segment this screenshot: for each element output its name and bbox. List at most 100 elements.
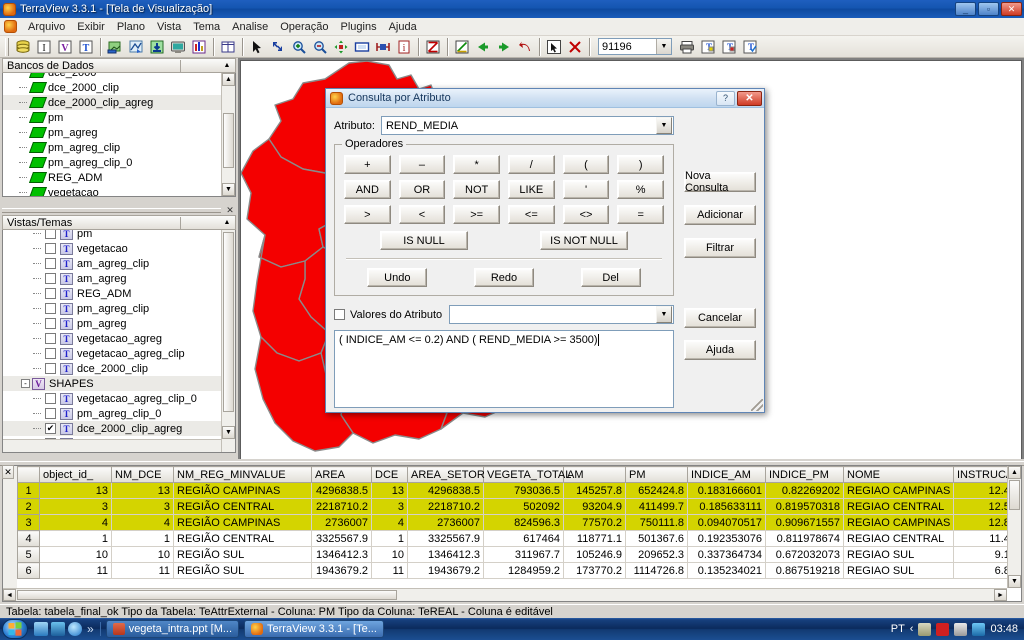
fit-window-icon[interactable] (352, 37, 372, 56)
cell-object-id[interactable]: 10 (39, 546, 112, 563)
views-horizontal-scrollbar[interactable] (3, 439, 221, 452)
attribute-combobox[interactable]: REND_MEDIA ▼ (380, 116, 674, 135)
scroll-down-button[interactable]: ▼ (222, 426, 235, 439)
pointer-icon[interactable] (247, 37, 267, 56)
menu-item-analise[interactable]: Analise (226, 20, 274, 34)
scrollbar-thumb[interactable] (1009, 480, 1020, 510)
menu-item-vista[interactable]: Vista (151, 20, 187, 34)
cell-nome[interactable]: REGIAO CENTRAL (843, 498, 954, 515)
undo-button[interactable]: Undo (367, 268, 428, 287)
cell-instrucao[interactable]: 12.84 (953, 514, 1007, 531)
operator-percent[interactable]: % (617, 180, 664, 199)
attribute-values-combobox[interactable]: ▼ (449, 305, 674, 324)
cell-instrucao[interactable]: 9.14 (953, 546, 1007, 563)
cell-am[interactable]: 173770.2 (563, 562, 626, 579)
scale-combobox[interactable]: 91196 ▼ (598, 38, 672, 55)
expression-textarea[interactable]: ( INDICE_AM <= 0.2) AND ( REND_MEDIA >= … (334, 330, 674, 408)
column-header-instrucao[interactable]: INSTRUCAO (953, 466, 1007, 483)
cell-area[interactable]: 2736007 (311, 514, 372, 531)
dialog-titlebar[interactable]: Consulta por Atributo ? ✕ (326, 89, 764, 108)
tree-item-pmagreg[interactable]: pm_agreg (3, 125, 221, 140)
language-indicator[interactable]: PT (891, 623, 905, 635)
text-red-icon[interactable]: T (719, 37, 739, 56)
table-row[interactable]: 1 13 13 REGIÃO CAMPINAS 4296838.5 13 429… (17, 482, 1007, 499)
theme-checkbox[interactable] (45, 230, 56, 239)
attribute-grid[interactable]: object_id_ NM_DCE NM_REG_MINVALUE AREA D… (2, 465, 1022, 602)
operator-like[interactable]: LIKE (508, 180, 555, 199)
operator-not[interactable]: NOT (453, 180, 500, 199)
cell-instrucao[interactable]: 12.52 (953, 498, 1007, 515)
cell-object-id[interactable]: 1 (39, 530, 112, 547)
table-sort-up-button[interactable]: ▲ (1008, 466, 1021, 479)
theme-checkbox[interactable] (45, 258, 56, 269)
clear-selection-icon[interactable] (565, 37, 585, 56)
cell-instrucao[interactable]: 6.82 (953, 562, 1007, 579)
theme-checkbox[interactable] (45, 408, 56, 419)
cell-area-setor[interactable]: 1346412.3 (407, 546, 484, 563)
cell-nm-dce[interactable]: 10 (111, 546, 174, 563)
cell-nm-dce[interactable]: 4 (111, 514, 174, 531)
tree-item-theme-regadm[interactable]: T REG_ADM (3, 286, 221, 301)
edit-legend-icon[interactable] (452, 37, 472, 56)
scrollbar-thumb-h[interactable] (17, 590, 397, 600)
toolbar-grip[interactable] (5, 37, 9, 56)
cell-nm-reg-minvalue[interactable]: REGIÃO CAMPINAS (173, 514, 312, 531)
filtrar-button[interactable]: Filtrar (684, 238, 756, 258)
theme-checkbox[interactable] (45, 288, 56, 299)
cell-area-setor[interactable]: 3325567.9 (407, 530, 484, 547)
operator-greater[interactable]: > (344, 205, 391, 224)
cell-pm[interactable]: 750111.8 (625, 514, 688, 531)
cell-nm-reg-minvalue[interactable]: REGIÃO CAMPINAS (173, 482, 312, 499)
tray-icon-network[interactable] (972, 622, 986, 636)
tree-item-theme-pmagreg[interactable]: T pm_agreg (3, 316, 221, 331)
save-layer-icon[interactable] (147, 37, 167, 56)
tray-expand-icon[interactable]: ‹ (910, 623, 914, 635)
cell-instrucao[interactable]: 11.45 (953, 530, 1007, 547)
operator-divide[interactable]: / (508, 155, 555, 174)
menu-item-arquivo[interactable]: Arquivo (22, 20, 71, 34)
table-row[interactable]: 3 4 4 REGIÃO CAMPINAS 2736007 4 2736007 … (17, 514, 1007, 531)
info-icon[interactable]: i (394, 37, 414, 56)
cell-area-setor[interactable]: 1943679.2 (407, 562, 484, 579)
cell-indice-am[interactable]: 0.135234021 (687, 562, 766, 579)
cell-nome[interactable]: REGIAO CAMPINAS (843, 482, 954, 499)
cell-vegeta-total[interactable]: 793036.5 (483, 482, 564, 499)
operator-and[interactable]: AND (344, 180, 391, 199)
collapse-icon[interactable]: - (19, 376, 32, 391)
column-header-indice-am[interactable]: INDICE_AM (687, 466, 766, 483)
scroll-down-button[interactable]: ▼ (222, 183, 235, 196)
maximize-button[interactable]: ▫ (978, 2, 999, 16)
tray-icon-antivirus[interactable] (936, 622, 950, 636)
undo-arrow-icon[interactable] (515, 37, 535, 56)
cell-area[interactable]: 4296838.5 (311, 482, 372, 499)
insert-text-icon[interactable]: I (34, 37, 54, 56)
zoom-out-icon[interactable] (310, 37, 330, 56)
cell-indice-pm[interactable]: 0.672032073 (765, 546, 844, 563)
column-header-area[interactable]: AREA (311, 466, 372, 483)
menu-item-operacao[interactable]: Operação (274, 20, 334, 34)
taskbar-button-terraview[interactable]: TerraView 3.3.1 - [Te... (244, 620, 384, 638)
operator-is-not-null[interactable]: IS NOT NULL (540, 231, 628, 250)
menu-item-plugins[interactable]: Plugins (335, 20, 383, 34)
table-row[interactable]: 4 1 1 REGIÃO CENTRAL 3325567.9 1 3325567… (17, 530, 1007, 547)
cell-nm-reg-minvalue[interactable]: REGIÃO SUL (173, 546, 312, 563)
cell-nm-dce[interactable]: 13 (111, 482, 174, 499)
cell-dce[interactable]: 1 (371, 530, 408, 547)
databases-vertical-scrollbar[interactable]: ▲ ▼ (221, 73, 235, 196)
tree-item-theme-vegetacaoagregclip0[interactable]: T vegetacao_agreg_clip_0 (3, 391, 221, 406)
table-row[interactable]: 2 3 3 REGIÃO CENTRAL 2218710.2 3 2218710… (17, 498, 1007, 515)
display-icon[interactable] (168, 37, 188, 56)
cell-area[interactable]: 2218710.2 (311, 498, 372, 515)
cell-indice-pm[interactable]: 0.909671557 (765, 514, 844, 531)
pan-icon[interactable] (331, 37, 351, 56)
del-button[interactable]: Del (580, 268, 641, 287)
theme-checkbox[interactable] (45, 348, 56, 359)
theme-checkbox[interactable] (45, 303, 56, 314)
column-header-dce[interactable]: DCE (371, 466, 408, 483)
adicionar-button[interactable]: Adicionar (684, 205, 756, 225)
column-header-nm-reg-minvalue[interactable]: NM_REG_MINVALUE (173, 466, 312, 483)
select-pointer-icon[interactable] (544, 37, 564, 56)
cell-indice-am[interactable]: 0.094070517 (687, 514, 766, 531)
tray-icon-volume[interactable] (954, 622, 968, 636)
cell-nome[interactable]: REGIAO CAMPINAS (843, 514, 954, 531)
